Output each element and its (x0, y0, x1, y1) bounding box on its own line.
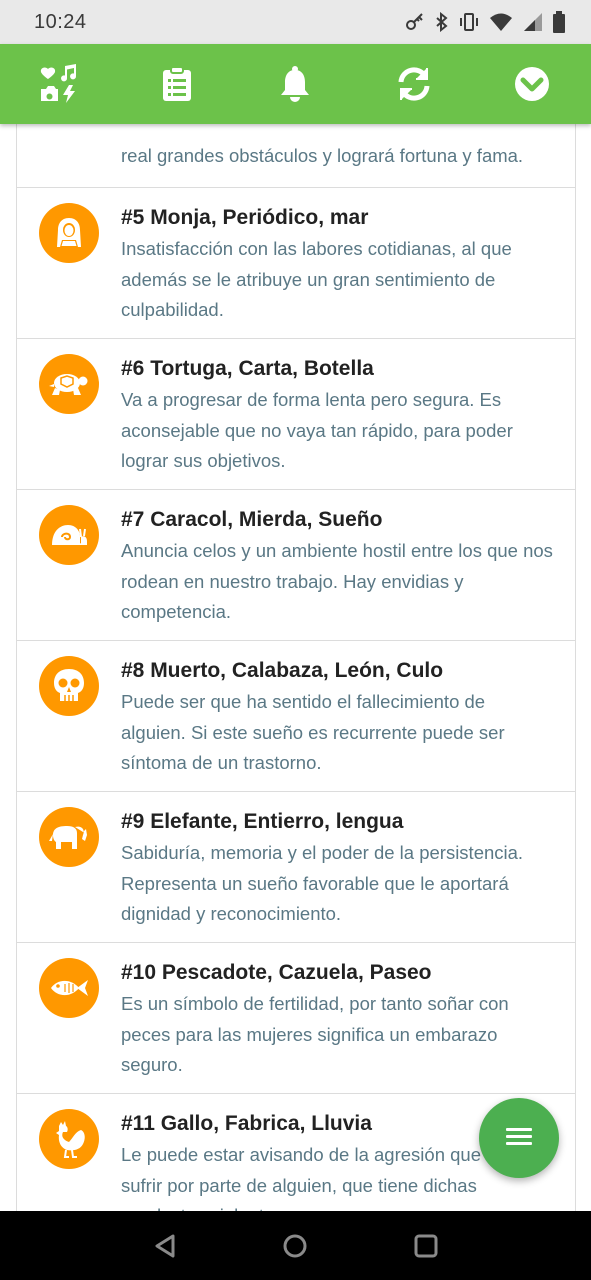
home-icon[interactable] (270, 1221, 320, 1271)
snail-icon (39, 505, 99, 565)
wifi-icon (489, 12, 513, 32)
list-item[interactable]: #5 Monja, Periódico, mar Insatisfacción … (16, 188, 576, 339)
item-description: Es un símbolo de fertilidad, por tanto s… (121, 993, 509, 1075)
recents-icon[interactable] (401, 1221, 451, 1271)
status-icons (405, 11, 565, 33)
elephant-icon (39, 807, 99, 867)
back-icon[interactable] (140, 1221, 190, 1271)
item-title: #10 Pescadote, Cazuela, Paseo (121, 961, 432, 984)
item-description: Va a progresar de forma lenta pero segur… (121, 389, 513, 471)
vibrate-icon (459, 12, 479, 32)
bell-icon[interactable] (265, 54, 325, 114)
item-title: #9 Elefante, Entierro, lengua (121, 810, 404, 833)
dream-icons-icon[interactable] (29, 54, 89, 114)
skull-icon (39, 656, 99, 716)
signal-icon (523, 12, 543, 32)
item-description: Anuncia celos y un ambiente hostil entre… (121, 540, 553, 622)
clipboard-list-icon[interactable] (147, 54, 207, 114)
list-item[interactable]: #9 Elefante, Entierro, lengua Sabiduría,… (16, 792, 576, 943)
rooster-icon (39, 1109, 99, 1169)
item-title: #7 Caracol, Mierda, Sueño (121, 508, 383, 531)
app-toolbar (0, 44, 591, 124)
dream-list-items: real grandes obstáculos y logrará fortun… (16, 124, 576, 1211)
item-title: #5 Monja, Periódico, mar (121, 206, 369, 229)
list-item[interactable]: #7 Caracol, Mierda, Sueño Anuncia celos … (16, 490, 576, 641)
menu-icon (506, 1126, 532, 1151)
refresh-icon[interactable] (384, 54, 444, 114)
list-item[interactable]: real grandes obstáculos y logrará fortun… (16, 124, 576, 188)
system-nav-bar (0, 1211, 591, 1280)
key-icon (405, 12, 425, 32)
item-description: real grandes obstáculos y logrará fortun… (121, 144, 524, 166)
item-title: #6 Tortuga, Carta, Botella (121, 357, 374, 380)
bluetooth-icon (435, 12, 449, 32)
menu-fab[interactable] (479, 1098, 559, 1178)
turtle-icon (39, 354, 99, 414)
status-time: 10:24 (34, 10, 87, 33)
item-description: Puede ser que ha sentido el fallecimient… (121, 691, 505, 773)
fish-icon (39, 958, 99, 1018)
list-item[interactable]: #10 Pescadote, Cazuela, Paseo Es un símb… (16, 943, 576, 1094)
status-bar: 10:24 (0, 0, 591, 44)
list-item[interactable]: #8 Muerto, Calabaza, León, Culo Puede se… (16, 641, 576, 792)
item-description: Insatisfacción con las labores cotidiana… (121, 238, 512, 320)
dream-list[interactable]: real grandes obstáculos y logrará fortun… (0, 124, 591, 1211)
list-item[interactable]: #6 Tortuga, Carta, Botella Va a progresa… (16, 339, 576, 490)
item-description: Sabiduría, memoria y el poder de la pers… (121, 842, 524, 924)
nun-icon (39, 203, 99, 263)
item-title: #8 Muerto, Calabaza, León, Culo (121, 659, 444, 682)
chevron-down-circle-icon[interactable] (502, 54, 562, 114)
battery-icon (553, 11, 565, 33)
